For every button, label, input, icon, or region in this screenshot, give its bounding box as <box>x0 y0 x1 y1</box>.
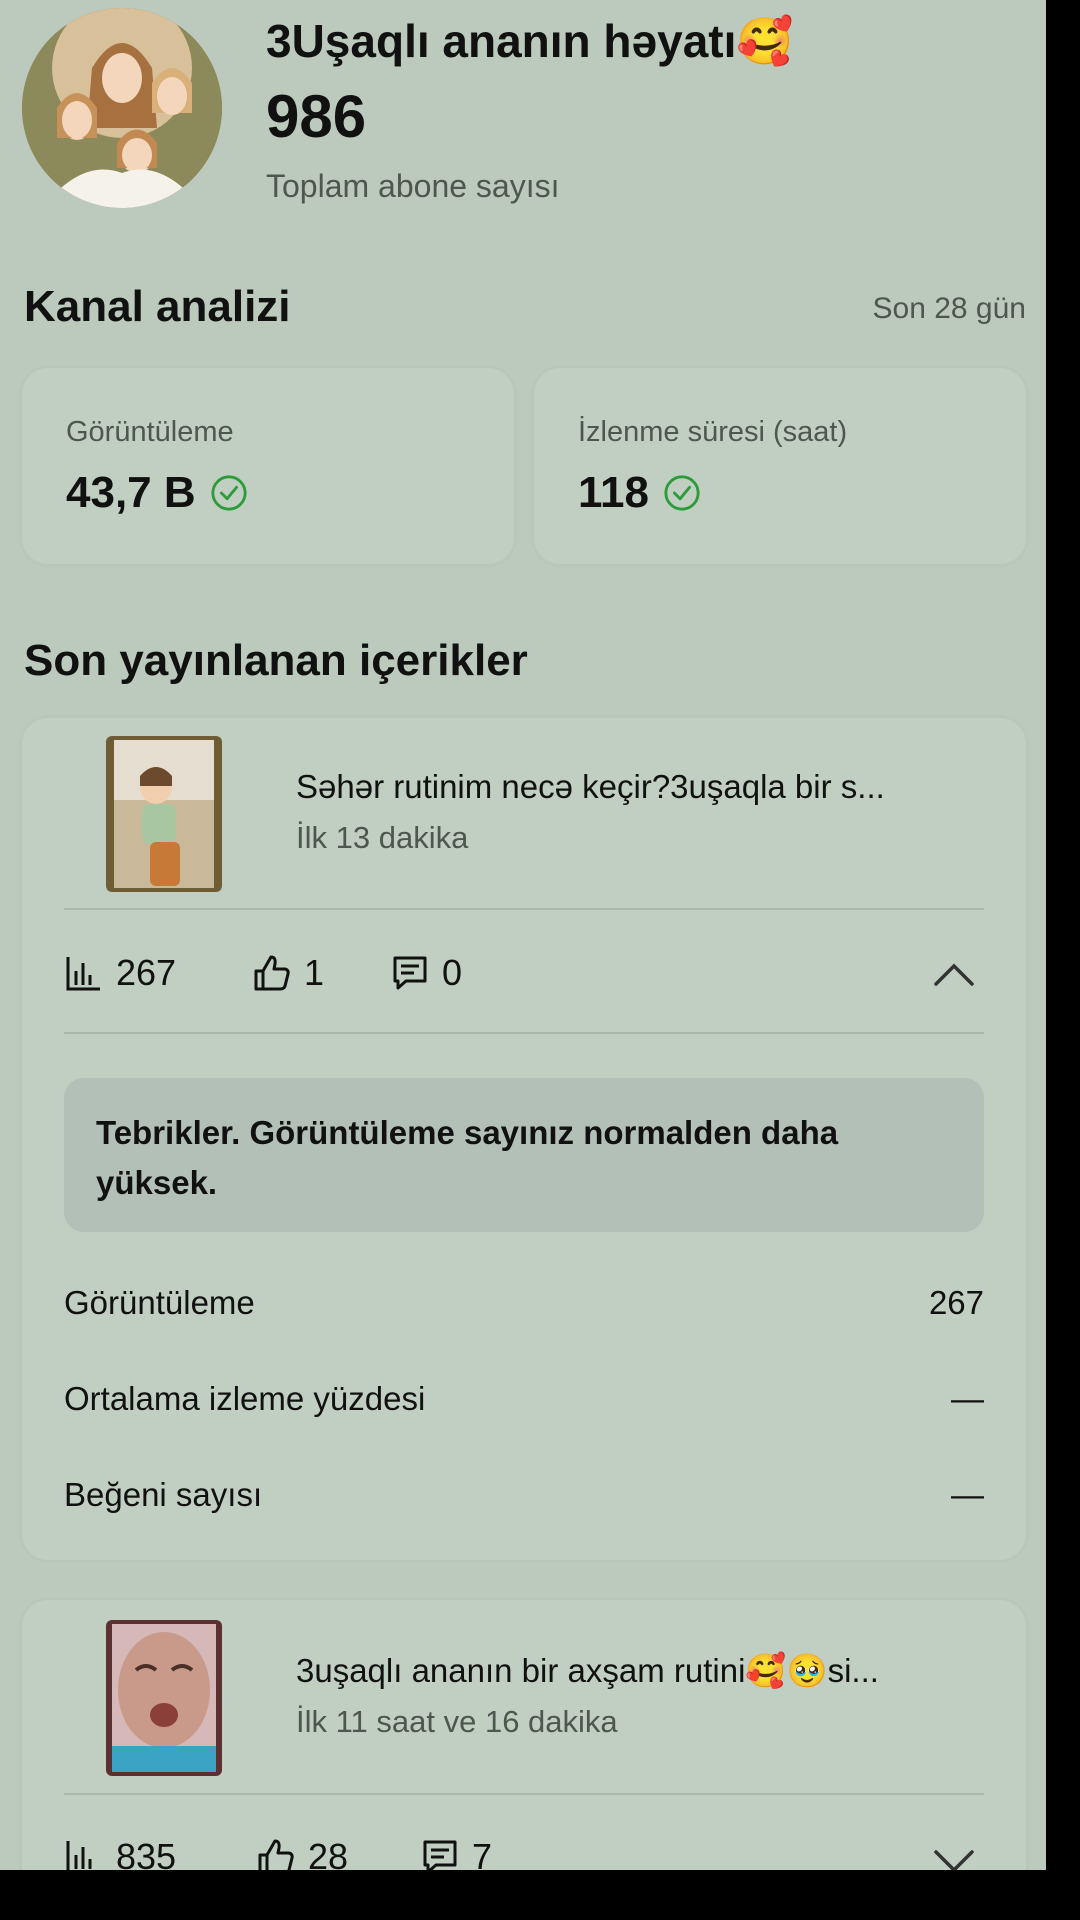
recent-content-title: Son yayınlanan içerikler <box>24 636 528 685</box>
bar-chart-icon <box>66 957 100 991</box>
views-label: Görüntüleme <box>66 416 234 448</box>
video-views-1: 267 <box>64 952 176 994</box>
views-number: 43,7 B <box>66 468 196 517</box>
watch-time-value: 118 <box>578 468 701 518</box>
video-comments-1: 0 <box>390 952 462 994</box>
thumbs-up-icon <box>258 1839 294 1870</box>
likes-count: 28 <box>308 1836 349 1870</box>
divider <box>64 1793 984 1795</box>
right-edge-bar <box>1046 0 1080 1920</box>
detail-label-likes: Beğeni sayısı <box>64 1476 263 1513</box>
channel-avatar[interactable] <box>22 8 222 208</box>
video-title-2[interactable]: 3uşaqlı ananın bir axşam rutini🥰🥹si... <box>296 1652 879 1691</box>
bar-chart-icon <box>66 1841 92 1870</box>
video-views-2: 835 <box>64 1836 176 1870</box>
channel-analysis-title: Kanal analizi <box>24 282 291 331</box>
comments-count: 0 <box>442 952 463 993</box>
chevron-down-icon[interactable] <box>932 1846 976 1870</box>
app-screen: 3Uşaqlı ananın həyatı🥰 986 Toplam abone … <box>0 0 1046 1870</box>
chevron-up-icon[interactable] <box>932 958 976 988</box>
watch-time-label: İzlenme süresi (saat) <box>578 416 848 448</box>
likes-count: 1 <box>304 952 325 993</box>
detail-label-views: Görüntüleme <box>64 1284 255 1321</box>
check-circle-icon <box>664 475 700 511</box>
comment-icon <box>423 1840 457 1870</box>
comments-count: 7 <box>472 1836 493 1870</box>
detail-value-likes: — <box>951 1476 984 1513</box>
period-label[interactable]: Son 28 gün <box>873 292 1026 326</box>
views-card[interactable]: Görüntüleme 43,7 B <box>22 368 514 564</box>
video-likes-1: 1 <box>252 952 324 994</box>
video-thumbnail-2[interactable] <box>106 1620 222 1776</box>
video-comments-2: 7 <box>420 1836 492 1870</box>
comment-icon <box>393 956 427 990</box>
thumbs-up-icon <box>254 955 290 991</box>
detail-value-avg-watch: — <box>951 1380 984 1417</box>
check-circle-icon <box>211 475 247 511</box>
video-likes-2: 28 <box>256 1836 348 1870</box>
views-count: 267 <box>116 952 177 993</box>
notice-text: Tebrikler. Görüntüleme sayınız normalden… <box>96 1114 839 1201</box>
video-time-2: İlk 11 saat ve 16 dakika <box>296 1704 618 1739</box>
detail-label-avg-watch: Ortalama izleme yüzdesi <box>64 1380 426 1417</box>
divider <box>64 1032 984 1034</box>
subscriber-label: Toplam abone sayısı <box>266 168 560 204</box>
video-time-1: İlk 13 dakika <box>296 820 469 855</box>
video-title-1[interactable]: Səhər rutinim necə keçir?3uşaqla bir s..… <box>296 768 885 806</box>
performance-notice: Tebrikler. Görüntüleme sayınız normalden… <box>64 1078 984 1232</box>
watch-time-number: 118 <box>578 468 649 517</box>
detail-value-views: 267 <box>928 1284 984 1321</box>
views-count: 835 <box>116 1836 177 1870</box>
video-thumbnail-1[interactable] <box>106 736 222 892</box>
watch-time-card[interactable]: İzlenme süresi (saat) 118 <box>534 368 1026 564</box>
views-value: 43,7 B <box>66 468 248 518</box>
divider <box>64 908 984 910</box>
channel-name: 3Uşaqlı ananın həyatı🥰 <box>266 15 794 67</box>
bottom-edge-bar <box>0 1870 1080 1920</box>
subscriber-count: 986 <box>266 83 367 150</box>
